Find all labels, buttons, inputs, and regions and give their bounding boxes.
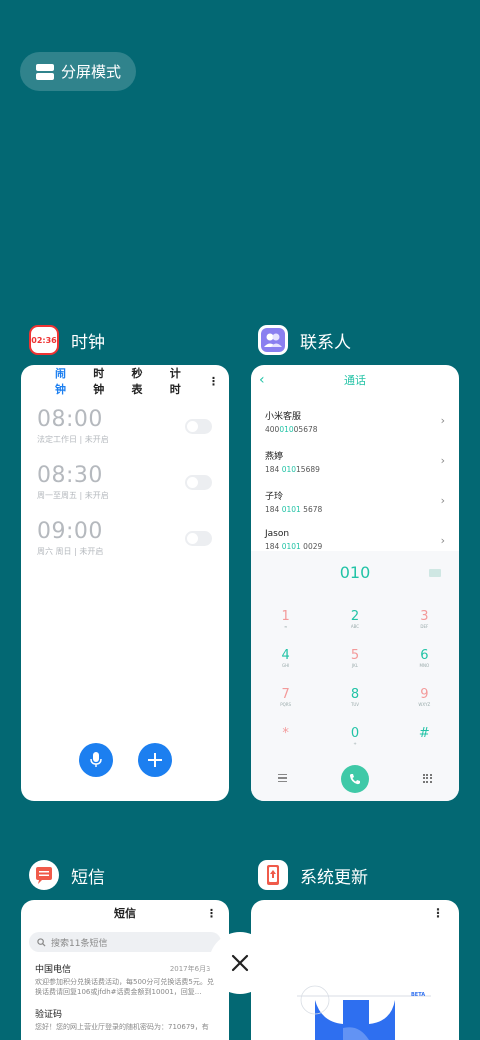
update-app-card[interactable]: ⋮ BETA — [251, 900, 459, 1040]
dialer-panel: 010 1 ∞ 2 ABC 3 DEF 4 GHI 5 JKL 6 MNO 7 PQRS 8T… — [251, 551, 459, 801]
dial-key[interactable]: 2 ABC — [320, 609, 389, 639]
tab-alarm[interactable]: 闹钟 — [55, 365, 73, 397]
dial-key[interactable]: 6 MNO — [390, 648, 459, 678]
more-icon[interactable]: ⋮ — [206, 900, 217, 928]
message-bubble-icon — [30, 861, 58, 889]
clock-app-icon: 02:36 — [29, 325, 59, 355]
messages-app-name: 短信 — [71, 867, 105, 888]
alarm-toggle[interactable] — [185, 475, 212, 490]
messages-app-icon — [29, 860, 59, 890]
clock-app-header: 02:36 时钟 — [29, 325, 105, 355]
update-app-icon — [258, 860, 288, 890]
alarm-item[interactable]: 08:30 周一至周五 | 未开启 — [21, 463, 229, 519]
clock-app-card[interactable]: 闹钟 时钟 秒表 计时 ⋮ 08:00 法定工作日 | 未开启 08:30 周一… — [21, 365, 229, 801]
contact-name: Jason — [265, 529, 290, 539]
contact-name: 小米客服 — [265, 412, 302, 422]
contact-name: 子玲 — [265, 492, 284, 502]
dialpad-toggle-icon[interactable] — [423, 774, 432, 783]
search-placeholder: 搜索11条短信 — [51, 938, 108, 949]
dial-key[interactable]: 3 DEF — [390, 609, 459, 639]
contact-item[interactable]: 小米客服 40001005678 › — [251, 401, 459, 441]
clock-icon-text: 02:36 — [31, 335, 57, 345]
messages-app-card[interactable]: 短信 ⋮ 搜索11条短信 中国电信 2017年6月30 欢迎参加积分兑换话费活动… — [21, 900, 229, 1040]
search-icon — [37, 937, 46, 947]
call-button[interactable] — [341, 765, 369, 793]
split-screen-label: 分屏模式 — [61, 63, 122, 81]
message-item[interactable]: 中国电信 2017年6月30 欢迎参加积分兑换话费活动，每500分可兑换话费5元… — [21, 952, 229, 997]
contacts-app-name: 联系人 — [300, 332, 351, 353]
alarm-item[interactable]: 08:00 法定工作日 | 未开启 — [21, 407, 229, 463]
close-icon — [231, 954, 249, 972]
chevron-right-icon: › — [440, 414, 445, 427]
dialpad: 1 ∞ 2 ABC 3 DEF 4 GHI 5 JKL 6 MNO 7 PQRS 8 TUV 9… — [251, 609, 459, 756]
dial-key[interactable]: 4 GHI — [251, 648, 320, 678]
update-app-name: 系统更新 — [300, 867, 368, 888]
update-illustration — [297, 985, 431, 1040]
dial-key[interactable]: * — [251, 726, 320, 756]
dial-key[interactable]: # — [390, 726, 459, 756]
dial-key[interactable]: 8 TUV — [320, 687, 389, 717]
add-alarm-button[interactable] — [138, 743, 172, 777]
chevron-right-icon: › — [440, 534, 445, 547]
chevron-right-icon: › — [440, 494, 445, 507]
contacts-app-card[interactable]: ‹ 通话 小米客服 40001005678 › 燕婷 184 01015689 … — [251, 365, 459, 801]
more-icon[interactable]: ⋮ — [208, 375, 219, 388]
contact-phone: 184 01015689 — [265, 465, 320, 474]
message-sender: 验证码 — [35, 1010, 63, 1020]
clock-tabs: 闹钟 时钟 秒表 计时 ⋮ — [21, 365, 229, 397]
message-preview: 您好！您的网上营业厅登录的随机密码为：710679，有 — [35, 1023, 209, 1031]
plus-icon — [148, 753, 162, 767]
alarm-toggle[interactable] — [185, 531, 212, 546]
beta-label: BETA — [411, 992, 426, 998]
message-preview: 欢迎参加积分兑换话费活动，每500分可兑换话费5元。兑换话费请回复106或jfd… — [35, 978, 214, 996]
clock-app-name: 时钟 — [71, 332, 105, 353]
backspace-icon[interactable] — [429, 569, 441, 577]
message-item[interactable]: 验证码 您好！您的网上营业厅登录的随机密码为：710679，有 — [21, 997, 229, 1032]
dialer-bottom-bar — [251, 765, 459, 793]
dial-key[interactable]: 9 WXYZ — [390, 687, 459, 717]
alarm-item[interactable]: 09:00 周六 周日 | 未开启 — [21, 519, 229, 575]
clear-all-button[interactable] — [209, 932, 271, 994]
alarm-desc: 周六 周日 | 未开启 — [37, 547, 104, 556]
microphone-icon — [90, 752, 102, 767]
contact-name: 燕婷 — [265, 452, 284, 462]
contact-item[interactable]: 子玲 184 0101 5678 › — [251, 481, 459, 521]
contacts-app-header: 联系人 — [258, 325, 351, 355]
split-screen-button[interactable]: 分屏模式 — [20, 52, 136, 91]
contacts-topbar: ‹ 通话 — [251, 365, 459, 395]
dial-key[interactable]: 1 ∞ — [251, 609, 320, 639]
split-screen-icon — [36, 63, 54, 80]
messages-topbar: 短信 ⋮ — [21, 900, 229, 928]
people-icon — [261, 328, 285, 352]
alarm-desc: 法定工作日 | 未开启 — [37, 435, 109, 444]
dialed-number: 010 — [339, 563, 371, 582]
phone-update-icon — [267, 865, 279, 885]
tab-stopwatch[interactable]: 秒表 — [132, 365, 150, 397]
page-title: 短信 — [114, 907, 136, 920]
voice-alarm-button[interactable] — [79, 743, 113, 777]
menu-icon[interactable] — [278, 774, 287, 783]
tab-clock[interactable]: 时钟 — [93, 365, 111, 397]
messages-app-header: 短信 — [29, 860, 105, 890]
page-title: 通话 — [344, 374, 366, 387]
update-app-header: 系统更新 — [258, 860, 368, 890]
dial-key[interactable]: 5 JKL — [320, 648, 389, 678]
contact-phone: 184 0101 0029 — [265, 542, 323, 551]
back-icon[interactable]: ‹ — [259, 372, 279, 388]
chevron-right-icon: › — [440, 454, 445, 467]
phone-icon — [349, 774, 360, 785]
tab-timer[interactable]: 计时 — [170, 365, 188, 397]
alarm-desc: 周一至周五 | 未开启 — [37, 491, 109, 500]
dial-key[interactable]: 0 + — [320, 726, 389, 756]
contact-phone: 40001005678 — [265, 425, 318, 434]
alarm-toggle[interactable] — [185, 419, 212, 434]
contact-phone: 184 0101 5678 — [265, 505, 323, 514]
contact-item[interactable]: 燕婷 184 01015689 › — [251, 441, 459, 481]
dial-key[interactable]: 7 PQRS — [251, 687, 320, 717]
contacts-app-icon — [258, 325, 288, 355]
search-input[interactable]: 搜索11条短信 — [29, 932, 221, 952]
